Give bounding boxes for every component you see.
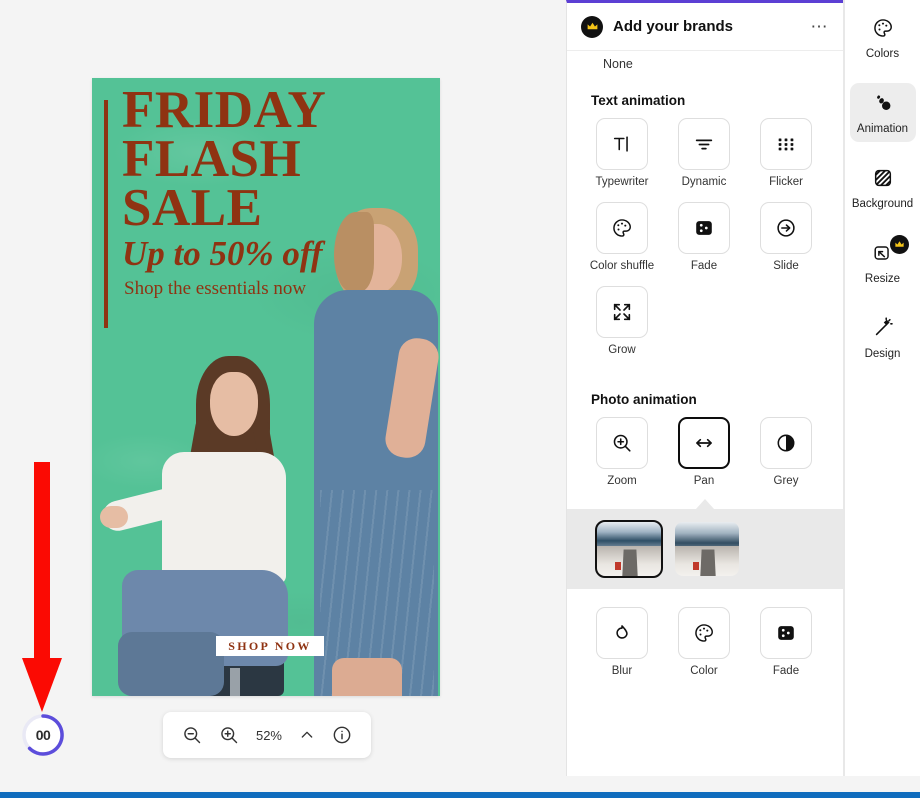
- more-horizontal-icon[interactable]: ⋯: [811, 17, 830, 37]
- canvas-accent-rule: [104, 100, 108, 328]
- animation-option-fade[interactable]: Fade: [663, 202, 745, 272]
- zoom-toolbar[interactable]: 52%: [163, 712, 371, 758]
- magic-wand-icon: [872, 317, 894, 344]
- status-bar: [0, 792, 920, 798]
- app-root: FRIDAY FLASH SALE Up to 50% off Shop the…: [0, 0, 920, 798]
- thumb-road: [699, 549, 716, 576]
- model-left-jeans-lower: [118, 632, 224, 696]
- option-label: Slide: [773, 260, 799, 272]
- panel-body: None Text animation Typewriter Dynamic F…: [567, 51, 843, 691]
- info-icon[interactable]: [332, 725, 352, 745]
- option-label: Typewriter: [595, 176, 649, 188]
- palette-icon[interactable]: [678, 607, 730, 659]
- progress-ring-label: 00: [35, 727, 51, 743]
- pan-preview-2[interactable]: [675, 522, 739, 576]
- option-label: Color shuffle: [589, 260, 655, 272]
- slide-arrow-icon[interactable]: [760, 202, 812, 254]
- animation-option-none[interactable]: None: [581, 51, 829, 71]
- photo-option-grey[interactable]: Grey: [745, 417, 827, 487]
- zoom-in-icon[interactable]: [219, 725, 239, 745]
- tool-rail: Colors Animation Background Resize Desig…: [845, 0, 920, 776]
- option-label: Grey: [773, 475, 799, 487]
- option-label: Fade: [690, 260, 718, 272]
- zoom-level-value[interactable]: 52%: [256, 728, 282, 743]
- thumb-sky: [597, 522, 661, 547]
- option-label: Zoom: [607, 475, 637, 487]
- thumb-marker: [614, 561, 621, 570]
- crown-icon: [581, 15, 603, 38]
- option-label: Fade: [772, 665, 800, 677]
- pan-direction-thumbnails: [567, 509, 843, 589]
- rail-item-label: Resize: [864, 273, 901, 285]
- animation-icon: [871, 92, 895, 119]
- photo-animation-grid-row2: Blur Color Fade: [581, 607, 829, 691]
- model-left-blouse: [162, 452, 286, 584]
- arrow-head: [22, 658, 62, 712]
- model-right-legs: [332, 658, 402, 696]
- text-animation-grid: Typewriter Dynamic Flicker Color shuffle…: [581, 118, 829, 370]
- option-label: Grow: [608, 344, 636, 356]
- animation-option-grow[interactable]: Grow: [581, 286, 663, 356]
- flicker-dots-icon[interactable]: [760, 118, 812, 170]
- model-left-face: [210, 372, 258, 436]
- rail-item-resize[interactable]: Resize: [850, 233, 916, 292]
- fade-icon[interactable]: [760, 607, 812, 659]
- zoom-in-icon[interactable]: [596, 417, 648, 469]
- photo-animation-section-title: Photo animation: [591, 392, 697, 407]
- thumb-road: [621, 549, 638, 576]
- rail-item-label: Background: [851, 198, 914, 210]
- rail-item-label: Design: [864, 348, 901, 360]
- design-canvas[interactable]: FRIDAY FLASH SALE Up to 50% off Shop the…: [92, 78, 440, 696]
- crown-icon: [889, 235, 909, 254]
- arrow-shaft: [34, 462, 50, 664]
- design-workspace[interactable]: FRIDAY FLASH SALE Up to 50% off Shop the…: [0, 0, 566, 788]
- palette-icon[interactable]: [596, 202, 648, 254]
- dynamic-lines-icon[interactable]: [678, 118, 730, 170]
- render-progress-ring[interactable]: 00: [20, 712, 66, 758]
- background-icon: [872, 167, 894, 194]
- panel-title: Add your brands: [613, 18, 734, 35]
- grow-expand-icon[interactable]: [596, 286, 648, 338]
- zoom-out-icon[interactable]: [182, 725, 202, 745]
- rail-item-design[interactable]: Design: [850, 308, 916, 367]
- panel-header: Add your brands ⋯: [567, 3, 843, 51]
- pan-options-pointer-icon: [696, 499, 714, 509]
- option-label: Blur: [611, 665, 633, 677]
- rail-item-label: Colors: [865, 48, 900, 60]
- pan-preview-1[interactable]: [595, 520, 663, 578]
- option-label: Pan: [693, 475, 715, 487]
- animation-option-typewriter[interactable]: Typewriter: [581, 118, 663, 188]
- rail-item-animation[interactable]: Animation: [849, 83, 916, 142]
- chevron-up-icon[interactable]: [299, 727, 315, 743]
- pan-arrows-icon[interactable]: [678, 417, 730, 469]
- fade-icon[interactable]: [678, 202, 730, 254]
- photo-option-fade[interactable]: Fade: [745, 607, 827, 677]
- photo-option-color[interactable]: Color: [663, 607, 745, 677]
- text-animation-section-title: Text animation: [591, 93, 686, 108]
- animation-option-dynamic[interactable]: Dynamic: [663, 118, 745, 188]
- contrast-icon[interactable]: [760, 417, 812, 469]
- animation-panel[interactable]: Add your brands ⋯ None Text animation Ty…: [566, 0, 844, 776]
- rail-item-colors[interactable]: Colors: [850, 8, 916, 67]
- model-left-hand: [100, 506, 128, 528]
- photo-option-pan[interactable]: Pan: [663, 417, 745, 487]
- droplet-icon[interactable]: [596, 607, 648, 659]
- typewriter-icon[interactable]: [596, 118, 648, 170]
- option-label: Color: [690, 665, 718, 677]
- model-right-hair-front: [334, 212, 374, 292]
- rail-item-label: Animation: [856, 123, 909, 135]
- red-annotation-arrow-icon: [22, 462, 62, 712]
- palette-icon: [872, 17, 894, 44]
- photo-option-blur[interactable]: Blur: [581, 607, 663, 677]
- option-label: Flicker: [769, 176, 803, 188]
- thumb-marker: [692, 561, 699, 570]
- photo-animation-grid: Zoom Pan Grey: [581, 417, 829, 501]
- photo-option-zoom[interactable]: Zoom: [581, 417, 663, 487]
- option-label: Dynamic: [681, 176, 727, 188]
- animation-option-color-shuffle[interactable]: Color shuffle: [581, 202, 663, 272]
- animation-option-flicker[interactable]: Flicker: [745, 118, 827, 188]
- animation-option-slide[interactable]: Slide: [745, 202, 827, 272]
- rail-item-background[interactable]: Background: [850, 158, 916, 217]
- canvas-cta-button[interactable]: SHOP NOW: [216, 636, 324, 656]
